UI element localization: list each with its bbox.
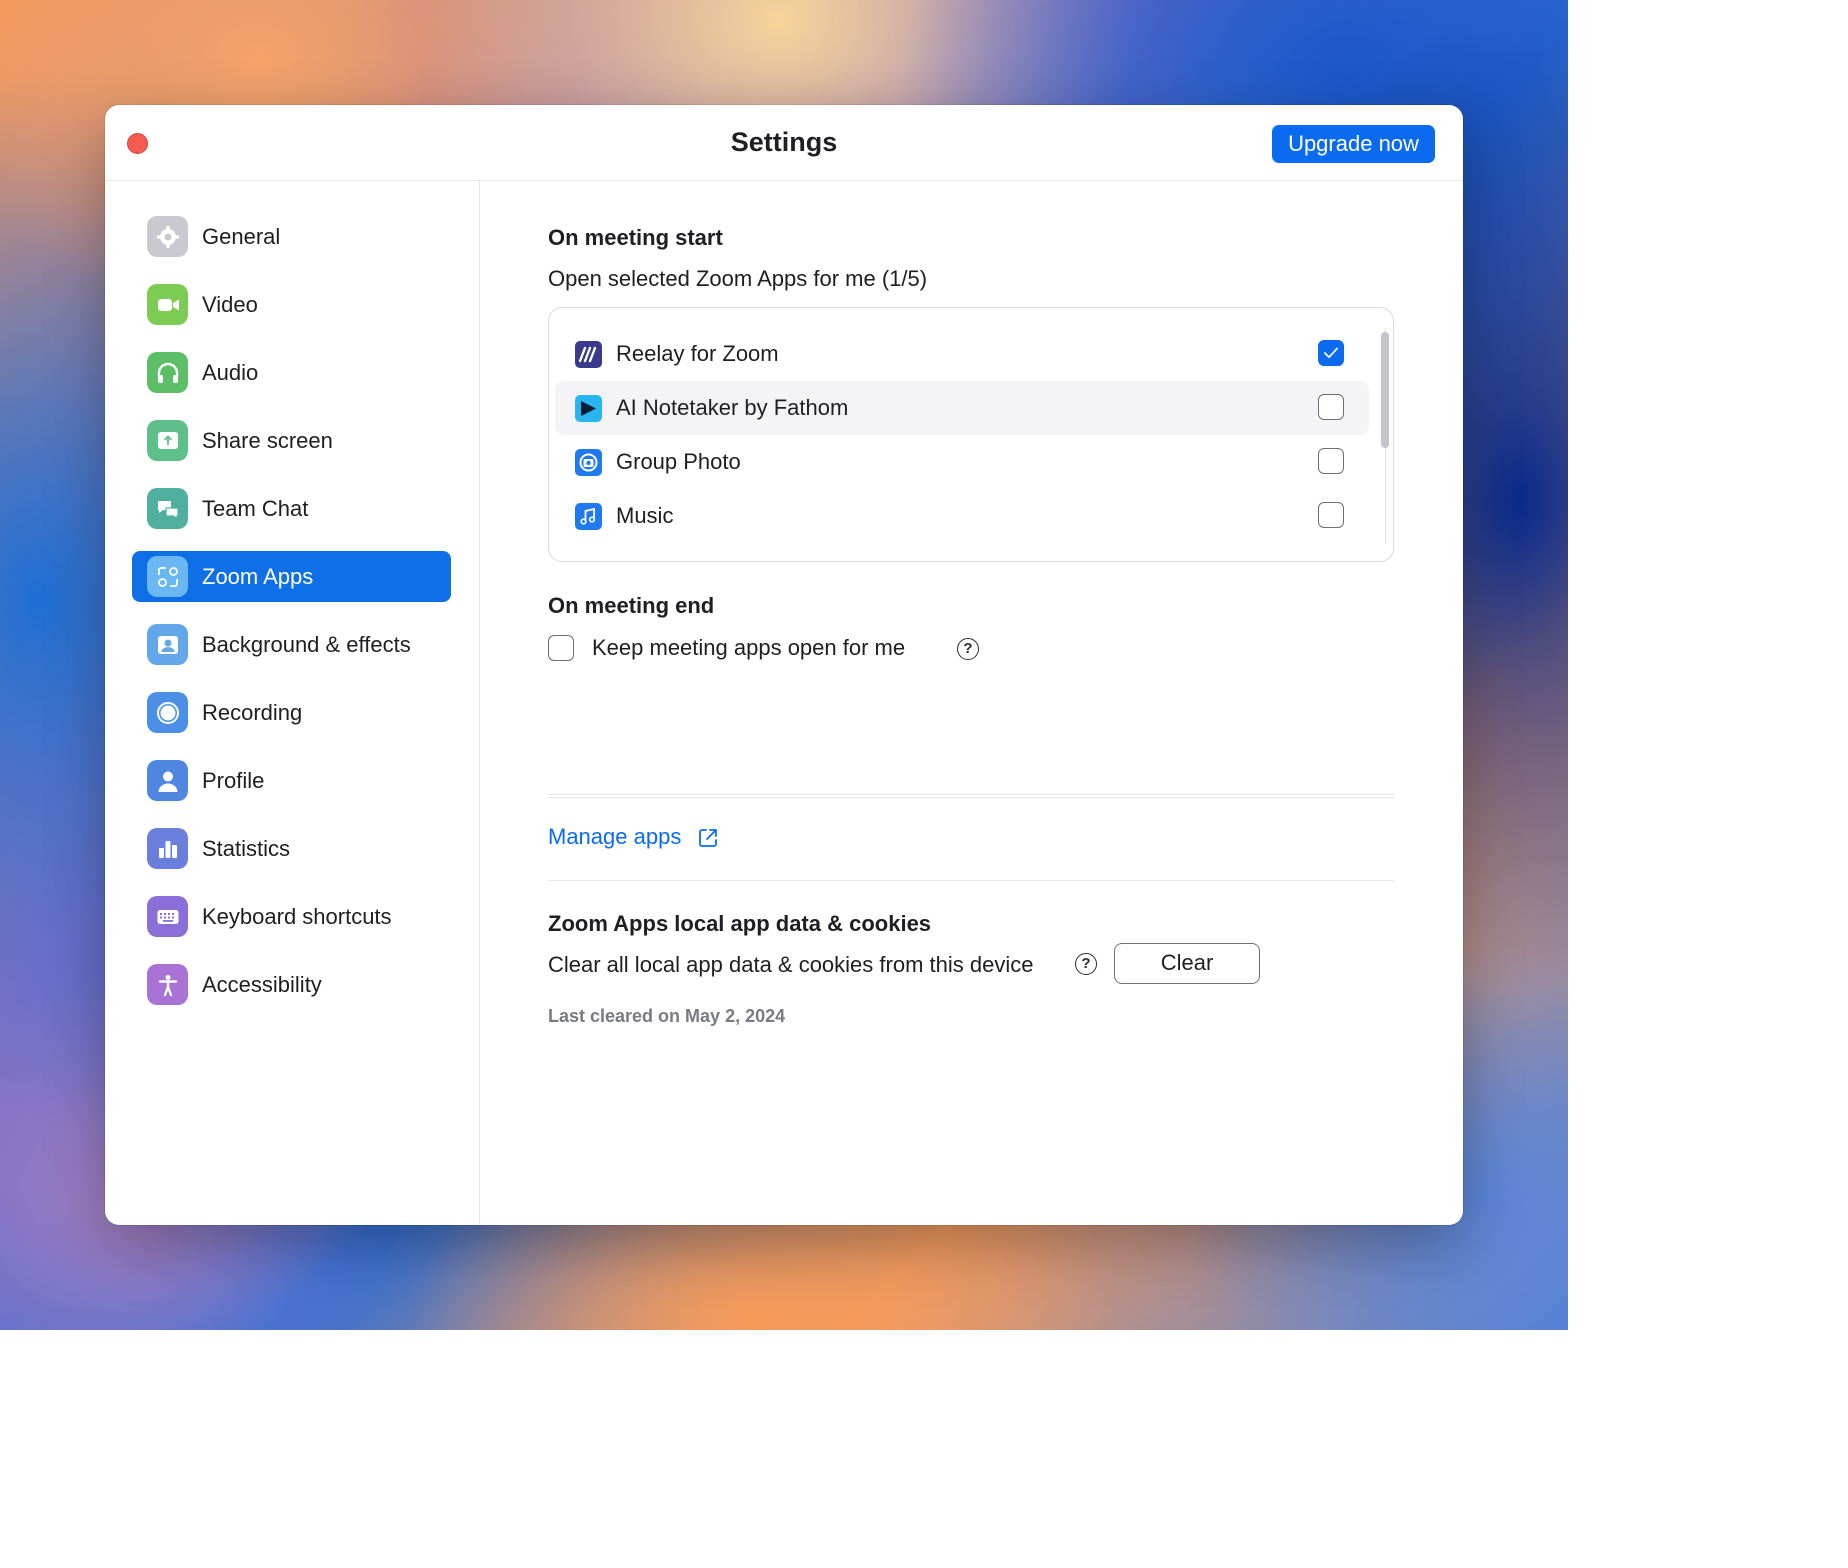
on-meeting-end-heading: On meeting end (548, 593, 715, 618)
sidebar-item-video[interactable]: Video (132, 279, 451, 330)
title-bar: Settings Upgrade now (105, 105, 1463, 181)
apps-list-scrollbar[interactable] (1381, 332, 1389, 448)
keep-apps-open-checkbox[interactable] (548, 635, 574, 661)
person-icon (147, 760, 188, 801)
video-camera-icon (147, 284, 188, 325)
sidebar-item-profile[interactable]: Profile (132, 755, 451, 806)
sidebar-item-team-chat[interactable]: Team Chat (132, 483, 451, 534)
sidebar-item-label: Profile (202, 768, 265, 793)
reelay-icon (575, 341, 602, 368)
clear-data-description: Clear all local app data & cookies from … (548, 952, 1034, 977)
apps-list: Reelay for Zoom AI Notetaker by Fathom G… (548, 307, 1394, 562)
music-note-icon (575, 503, 602, 530)
background-person-icon (147, 624, 188, 665)
zoom-apps-settings-panel: On meeting start Open selected Zoom Apps… (480, 181, 1463, 1225)
zoom-apps-icon (147, 556, 188, 597)
sidebar-item-label: Zoom Apps (202, 564, 314, 589)
sidebar-item-keyboard-shortcuts[interactable]: Keyboard shortcuts (132, 891, 451, 942)
music-checkbox[interactable] (1318, 502, 1344, 528)
list-item-fathom[interactable]: AI Notetaker by Fathom (555, 381, 1369, 435)
app-name: Reelay for Zoom (616, 341, 779, 366)
sidebar-item-background-effects[interactable]: Background & effects (132, 619, 451, 670)
sidebar-item-label: Statistics (202, 836, 291, 861)
last-cleared-text: Last cleared on May 2, 2024 (548, 1006, 786, 1026)
sidebar-item-recording[interactable]: Recording (132, 687, 451, 738)
keyboard-icon (147, 896, 188, 937)
help-icon[interactable]: ? (957, 638, 979, 660)
open-selected-apps-text: Open selected Zoom Apps for me (1/5) (548, 266, 928, 291)
reelay-checkbox[interactable] (1318, 340, 1344, 366)
divider (548, 880, 1394, 881)
divider (548, 797, 1394, 798)
sidebar-item-label: Accessibility (202, 972, 322, 997)
list-item-group-photo[interactable]: Group Photo (555, 435, 1369, 489)
clear-button[interactable]: Clear (1114, 943, 1260, 984)
external-link-icon[interactable] (696, 826, 720, 850)
sidebar-item-label: Background & effects (202, 632, 411, 657)
upgrade-now-button[interactable]: Upgrade now (1272, 125, 1435, 163)
app-data-heading: Zoom Apps local app data & cookies (548, 911, 932, 936)
bar-chart-icon (147, 828, 188, 869)
sidebar-item-label: Keyboard shortcuts (202, 904, 392, 929)
sidebar-item-label: Team Chat (202, 496, 309, 521)
settings-window: Settings Upgrade now General Video Audio (105, 105, 1463, 1225)
sidebar-item-label: Audio (202, 360, 259, 385)
camera-icon (575, 449, 602, 476)
sidebar-item-label: Recording (202, 700, 303, 725)
list-item-music[interactable]: Music (555, 489, 1369, 543)
record-circle-icon (147, 692, 188, 733)
window-title: Settings (730, 127, 838, 157)
settings-sidebar: General Video Audio Share screen Team Ch (105, 181, 480, 1225)
sidebar-item-statistics[interactable]: Statistics (132, 823, 451, 874)
sidebar-item-label: General (202, 224, 281, 249)
sidebar-item-label: Video (202, 292, 258, 317)
accessibility-icon (147, 964, 188, 1005)
sidebar-item-zoom-apps[interactable]: Zoom Apps (132, 551, 451, 602)
gear-icon (147, 216, 188, 257)
on-meeting-start-heading: On meeting start (548, 225, 723, 250)
fathom-icon (575, 395, 602, 422)
app-name: AI Notetaker by Fathom (616, 395, 849, 420)
app-name: Music (616, 503, 674, 528)
headphones-icon (147, 352, 188, 393)
sidebar-item-audio[interactable]: Audio (132, 347, 451, 398)
chat-bubbles-icon (147, 488, 188, 529)
sidebar-item-general[interactable]: General (132, 211, 451, 262)
share-screen-icon (147, 420, 188, 461)
sidebar-item-label: Share screen (202, 428, 333, 453)
help-icon[interactable]: ? (1075, 953, 1097, 975)
app-name: Group Photo (616, 449, 741, 474)
sidebar-item-accessibility[interactable]: Accessibility (132, 959, 451, 1010)
manage-apps-link[interactable]: Manage apps (548, 824, 681, 850)
keep-apps-open-label: Keep meeting apps open for me (592, 635, 906, 660)
divider (548, 794, 1394, 795)
fathom-checkbox[interactable] (1318, 394, 1344, 420)
sidebar-item-share-screen[interactable]: Share screen (132, 415, 451, 466)
list-item-reelay[interactable]: Reelay for Zoom (555, 327, 1369, 381)
group-photo-checkbox[interactable] (1318, 448, 1344, 474)
